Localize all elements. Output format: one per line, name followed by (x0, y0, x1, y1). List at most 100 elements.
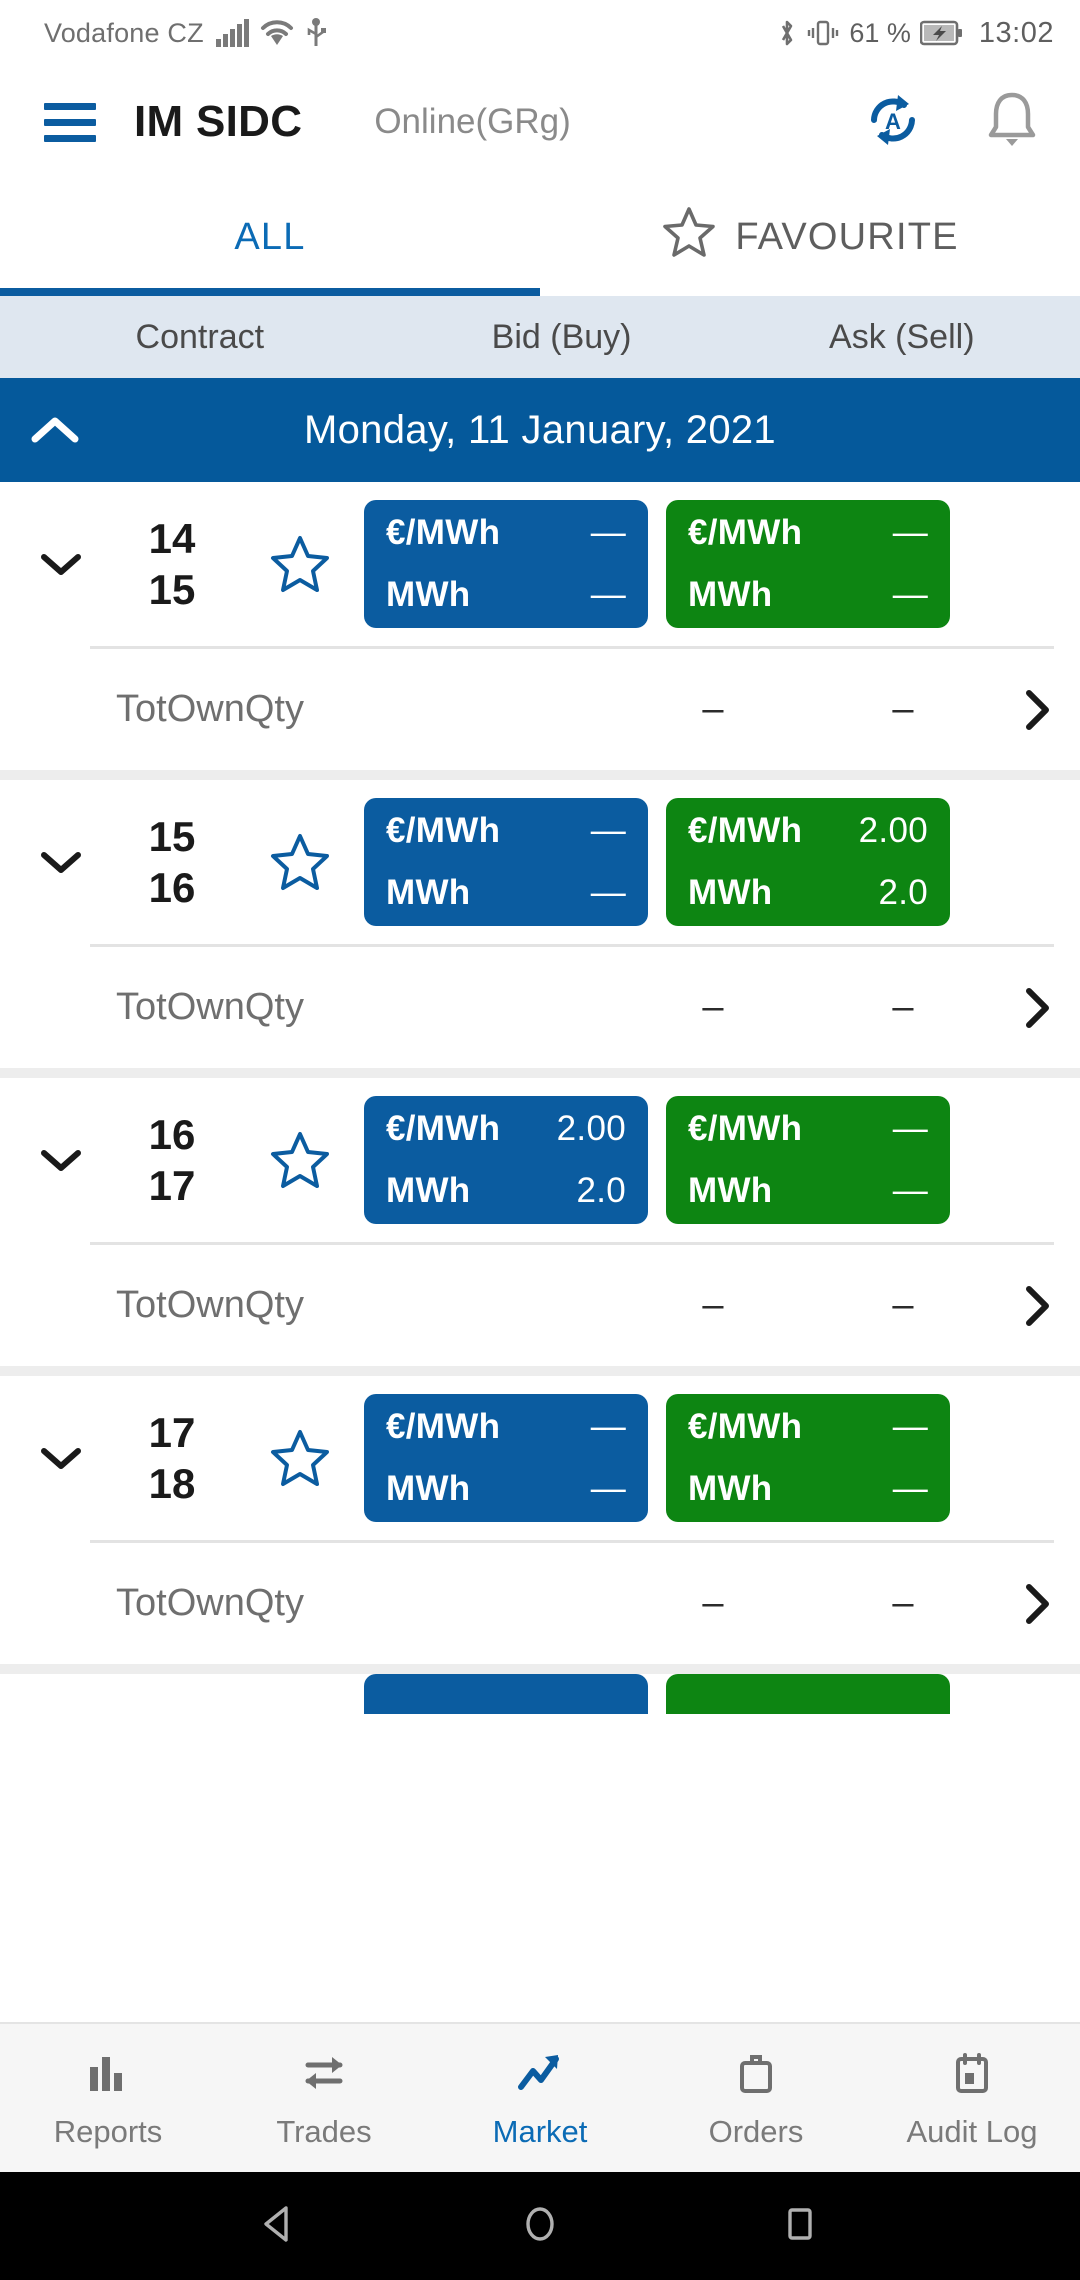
home-circle-icon[interactable] (514, 2198, 566, 2255)
nav-item-trades[interactable]: Trades (216, 2024, 432, 2172)
tab-all[interactable]: ALL (0, 178, 540, 296)
contract-row-group: 16 17 €/MWh 2.00 MWh 2.0 €/MWh — MWh — T… (0, 1078, 1080, 1376)
total-own-qty-ask-value: – (892, 1582, 914, 1624)
ask-price-card[interactable]: €/MWh 2.00 MWh 2.0 (666, 798, 950, 926)
total-own-qty-ask-value: – (892, 688, 914, 730)
contract-hours: 17 18 (104, 1407, 240, 1509)
chevron-right-icon[interactable] (998, 1283, 1054, 1329)
briefcase-icon (730, 2047, 782, 2104)
auto-refresh-icon[interactable]: A (862, 89, 924, 156)
total-own-qty-label: TotOwnQty (116, 1284, 304, 1326)
bid-qty-value: — (590, 873, 626, 912)
chevron-right-icon[interactable] (998, 687, 1054, 733)
nav-item-audit-log[interactable]: Audit Log (864, 2024, 1080, 2172)
contract-hour-from: 16 (148, 1110, 196, 1158)
contract-main-row: 15 16 €/MWh — MWh — €/MWh 2.00 MWh 2.0 (0, 780, 1080, 944)
bid-price-unit: €/MWh (386, 513, 501, 552)
bell-icon[interactable] (984, 89, 1040, 156)
favourite-star-icon[interactable] (240, 832, 360, 892)
ask-qty-line: MWh — (688, 1171, 928, 1211)
total-own-qty-row[interactable]: TotOwnQty – – (90, 1242, 1054, 1366)
bid-price-card[interactable]: €/MWh 2.00 MWh 2.0 (364, 1096, 648, 1224)
contract-hour-to: 16 (148, 864, 196, 911)
next-contract-row-peek[interactable] (0, 1674, 1080, 1714)
bid-price-card[interactable]: €/MWh — MWh — (364, 1394, 648, 1522)
date-group-header[interactable]: Monday, 11 January, 2021 (0, 378, 1080, 482)
chevron-right-icon[interactable] (998, 985, 1054, 1031)
bid-qty-unit: MWh (386, 1469, 471, 1508)
next-ask-price-card-peek[interactable] (666, 1674, 950, 1714)
ask-qty-line: MWh — (688, 1469, 928, 1509)
favourite-star-icon[interactable] (240, 534, 360, 594)
bid-price-line: €/MWh — (386, 513, 626, 553)
chevron-down-icon[interactable] (18, 549, 104, 579)
column-header-contract: Contract (135, 317, 265, 356)
ask-price-unit: €/MWh (688, 513, 803, 552)
bid-qty-value: — (590, 1469, 626, 1508)
connection-status-label: Online(GRg) (374, 102, 571, 141)
ask-price-unit: €/MWh (688, 1109, 803, 1148)
nav-item-orders[interactable]: Orders (648, 2024, 864, 2172)
bid-price-card[interactable]: €/MWh — MWh — (364, 798, 648, 926)
ask-qty-unit: MWh (688, 1171, 773, 1210)
recents-square-icon[interactable] (774, 2198, 826, 2255)
contract-hour-from: 17 (148, 1408, 196, 1456)
star-outline-icon (661, 205, 717, 269)
contract-hour-to: 18 (148, 1460, 196, 1507)
nav-item-reports[interactable]: Reports (0, 2024, 216, 2172)
total-own-qty-bid-value: – (702, 1284, 724, 1326)
contract-hour-from: 14 (148, 514, 196, 562)
total-own-qty-row[interactable]: TotOwnQty – – (90, 944, 1054, 1068)
ask-qty-value: — (892, 575, 928, 614)
bid-qty-line: MWh — (386, 873, 626, 913)
contract-main-row: 17 18 €/MWh — MWh — €/MWh — MWh — (0, 1376, 1080, 1540)
chevron-up-icon (0, 413, 110, 447)
ask-price-card[interactable]: €/MWh — MWh — (666, 500, 950, 628)
ask-price-line: €/MWh 2.00 (688, 811, 928, 851)
total-own-qty-row[interactable]: TotOwnQty – – (90, 646, 1054, 770)
ask-qty-value: 2.0 (878, 873, 928, 912)
bid-price-card[interactable]: €/MWh — MWh — (364, 500, 648, 628)
vibrate-icon (806, 18, 840, 48)
contract-list[interactable]: 14 15 €/MWh — MWh — €/MWh — MWh — TotOwn… (0, 482, 1080, 2022)
chevron-down-icon[interactable] (18, 1145, 104, 1175)
contract-row-group: 14 15 €/MWh — MWh — €/MWh — MWh — TotOwn… (0, 482, 1080, 780)
ask-qty-unit: MWh (688, 873, 773, 912)
bid-qty-value: 2.0 (576, 1171, 626, 1210)
app-bar-actions: A (862, 89, 1040, 156)
chevron-down-icon[interactable] (18, 847, 104, 877)
total-own-qty-row[interactable]: TotOwnQty – – (90, 1540, 1054, 1664)
status-bar-right: 61 % 13:02 (777, 17, 1054, 50)
tab-active-indicator (0, 288, 540, 296)
hamburger-menu-icon[interactable] (44, 102, 96, 142)
next-bid-price-card-peek[interactable] (364, 1674, 648, 1714)
nav-label-orders: Orders (708, 2113, 804, 2149)
bid-qty-unit: MWh (386, 1171, 471, 1210)
favourite-star-icon[interactable] (240, 1428, 360, 1488)
ask-price-card[interactable]: €/MWh — MWh — (666, 1096, 950, 1224)
column-header-ask: Ask (Sell) (829, 317, 975, 356)
ask-price-card[interactable]: €/MWh — MWh — (666, 1394, 950, 1522)
bid-price-value: — (590, 513, 626, 552)
ask-price-value: — (892, 1109, 928, 1148)
nav-label-audit-log: Audit Log (906, 2113, 1038, 2149)
bid-price-line: €/MWh 2.00 (386, 1109, 626, 1149)
chevron-down-icon[interactable] (18, 1443, 104, 1473)
nav-label-reports: Reports (53, 2113, 163, 2149)
back-triangle-icon[interactable] (254, 2198, 306, 2255)
nav-item-market[interactable]: Market (432, 2024, 648, 2172)
ask-qty-line: MWh — (688, 575, 928, 615)
status-bar: Vodafone CZ 61 % 13:02 (0, 0, 1080, 66)
bid-qty-line: MWh 2.0 (386, 1171, 626, 1211)
carrier-label: Vodafone CZ (44, 17, 204, 48)
ask-qty-line: MWh 2.0 (688, 873, 928, 913)
bid-price-value: — (590, 811, 626, 850)
ask-price-value: 2.00 (858, 811, 928, 850)
battery-charging-icon (919, 19, 964, 47)
svg-text:A: A (885, 109, 901, 134)
tab-favourite[interactable]: FAVOURITE (540, 178, 1080, 296)
usb-icon (305, 18, 327, 48)
chevron-right-icon[interactable] (998, 1581, 1054, 1627)
favourite-star-icon[interactable] (240, 1130, 360, 1190)
contract-hour-from: 15 (148, 812, 196, 860)
